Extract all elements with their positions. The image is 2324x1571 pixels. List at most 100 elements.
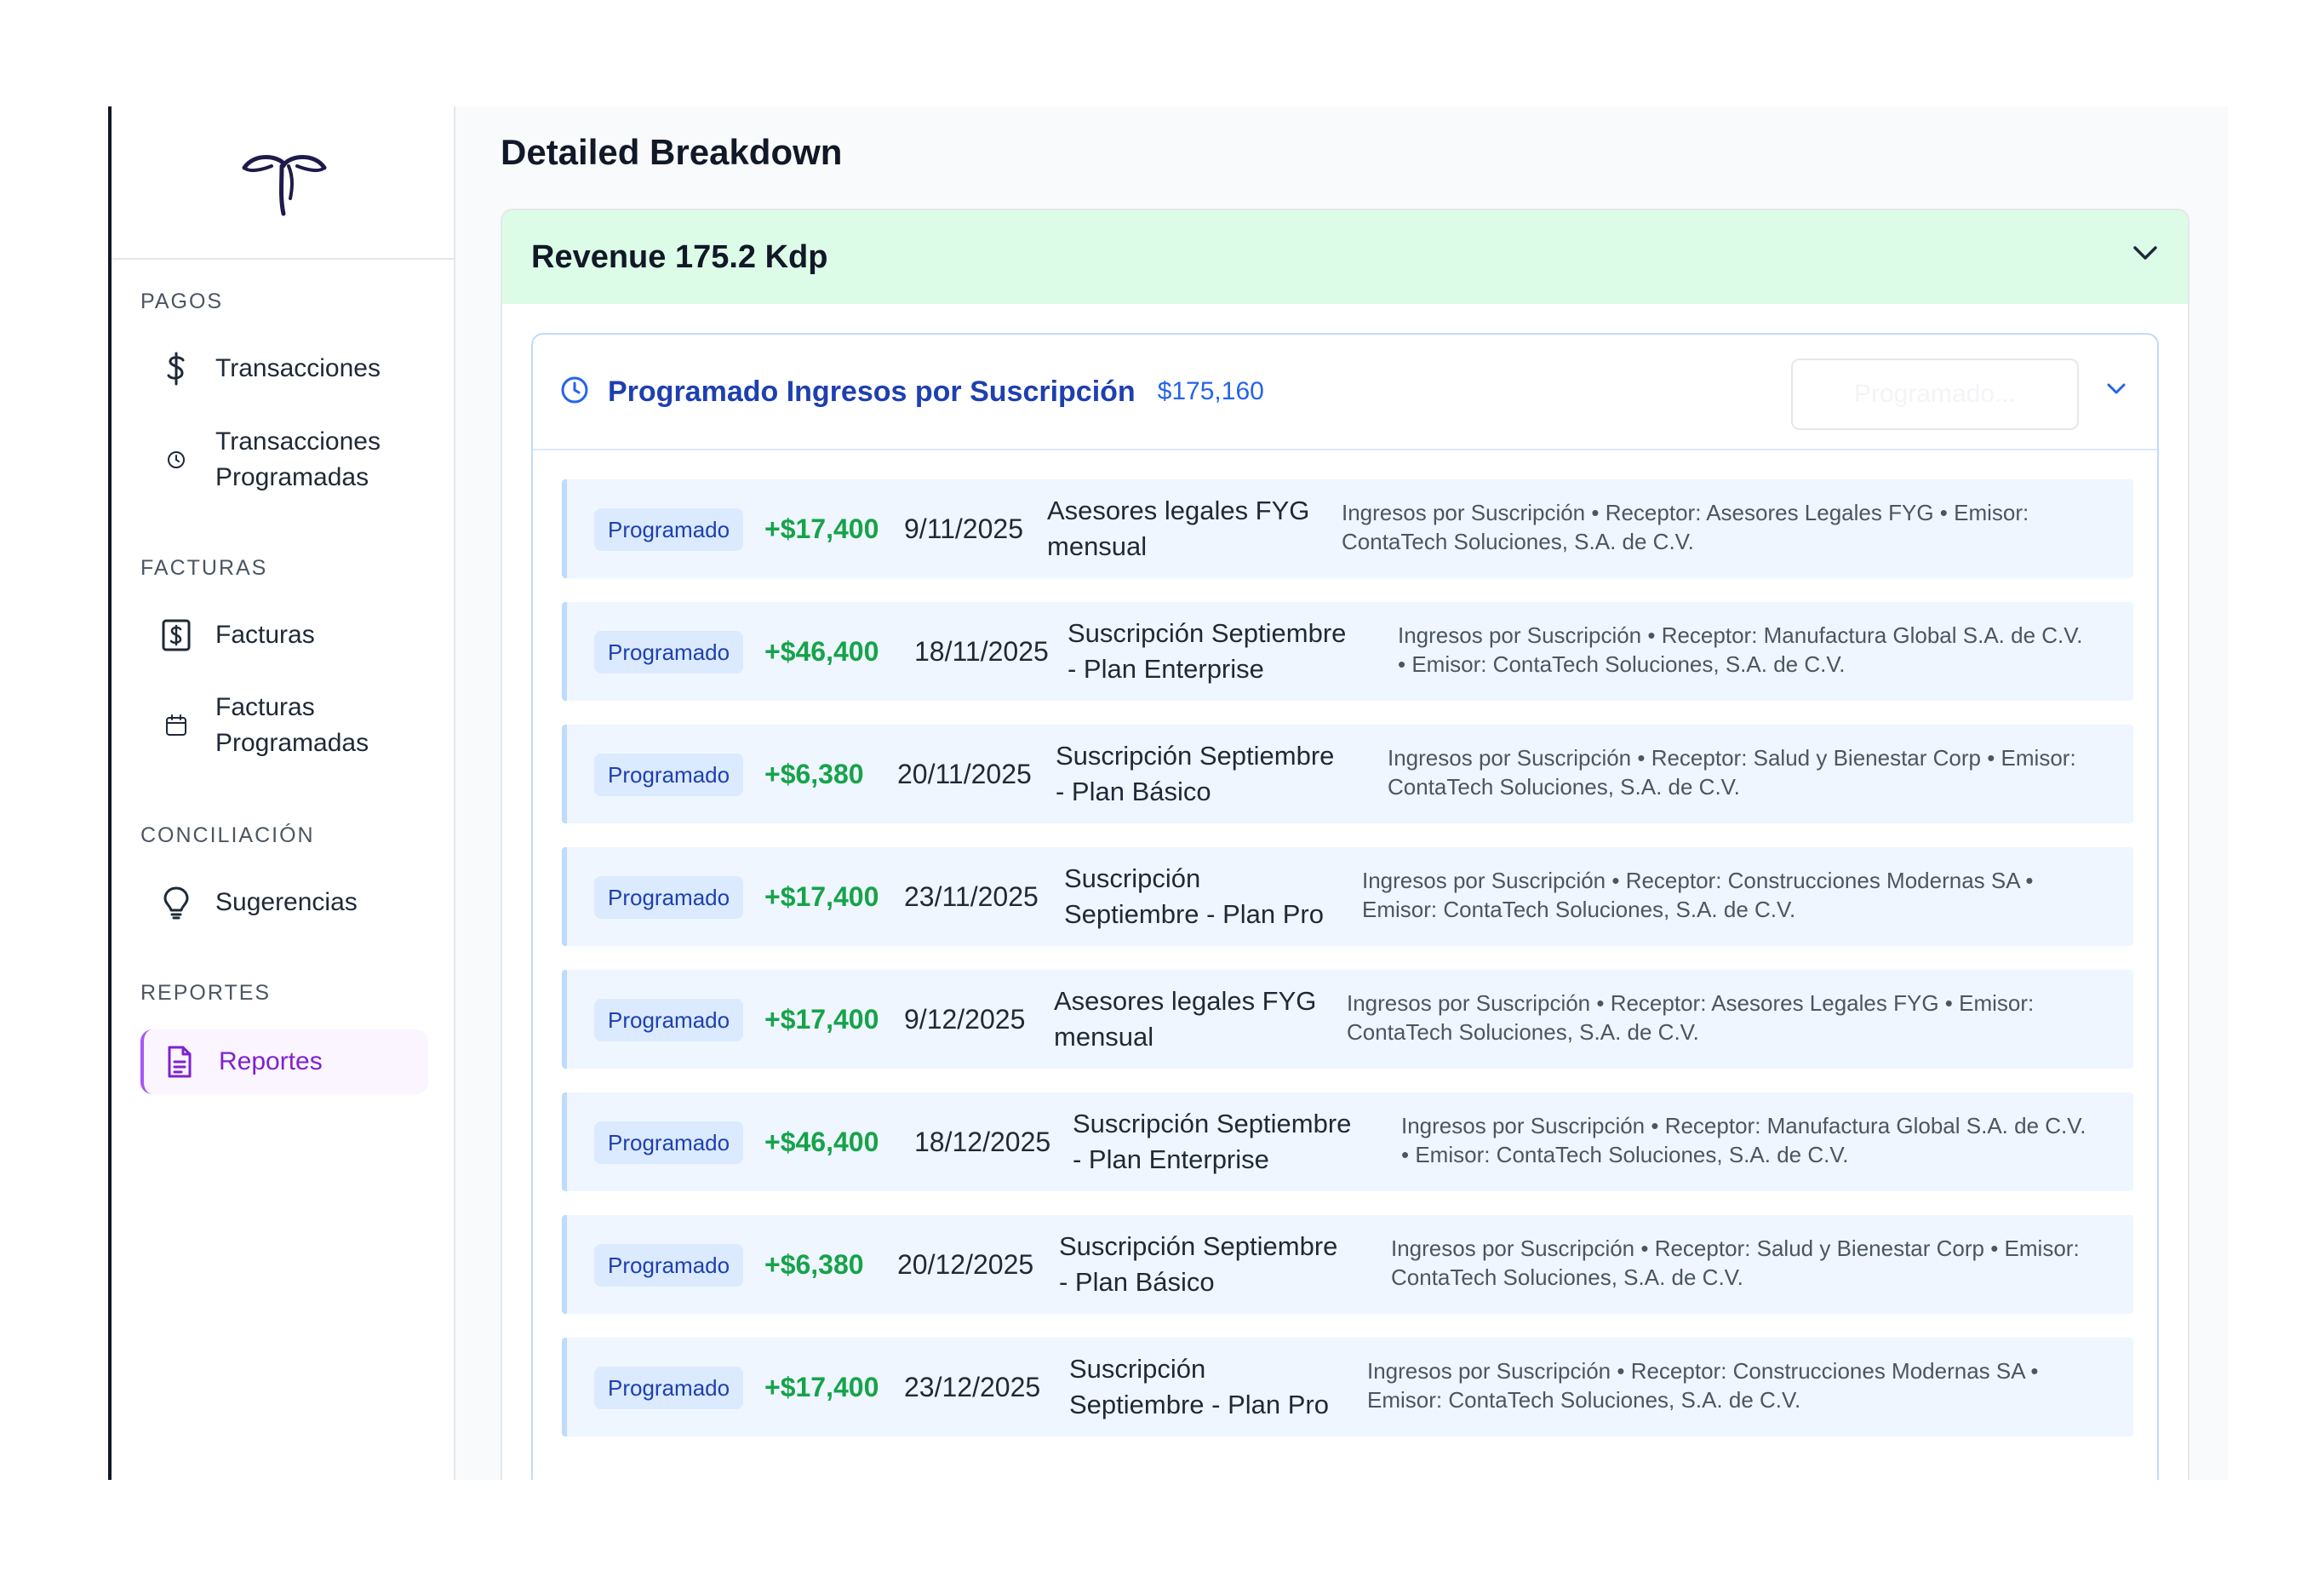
description-line-2: mensual (1047, 531, 1148, 561)
description-line-1: Suscripción (1064, 863, 1201, 893)
description: Suscripción Septiembre - Plan Enterprise (1068, 616, 1346, 687)
transaction-row[interactable]: Programado +$46,400 18/12/2025 Suscripci… (562, 1092, 2133, 1191)
document-icon (164, 1045, 195, 1079)
date: 18/11/2025 (914, 636, 1049, 667)
details-line-1: Ingresos por Suscripción • Receptor: Sal… (1388, 745, 2076, 771)
details-line-1: Ingresos por Suscripción • Receptor: Ase… (1347, 990, 2035, 1016)
calendar-icon (161, 714, 192, 737)
status-badge: Programado (594, 754, 744, 796)
amount: +$17,400 (764, 881, 879, 912)
revenue-header[interactable]: Revenue 175.2 Kdp (502, 210, 2188, 304)
page-title: Detailed Breakdown (501, 132, 843, 172)
lightbulb-icon (161, 886, 192, 920)
details: Ingresos por Suscripción • Receptor: Con… (1367, 1356, 2038, 1414)
date: 23/11/2025 (904, 881, 1039, 912)
section-title-facturas: FACTURAS (140, 556, 268, 580)
details-line-2: Emisor: ContaTech Soluciones, S.A. de C.… (1362, 897, 1796, 922)
details: Ingresos por Suscripción • Receptor: Ase… (1347, 989, 2034, 1046)
description-line-1: Asesores legales FYG (1047, 496, 1310, 525)
sidebar-item-reportes[interactable]: Reportes (140, 1029, 428, 1094)
subscription-group: Programado Ingresos por Suscripción $175… (531, 333, 2159, 1480)
description: Suscripción Septiembre - Plan Básico (1056, 738, 1334, 810)
section-title-pagos: PAGOS (140, 290, 224, 313)
description: Suscripción Septiembre - Plan Pro (1069, 1351, 1329, 1423)
description-line-2: - Plan Enterprise (1068, 654, 1264, 684)
sidebar-item-facturas-programadas[interactable]: Facturas Programadas (140, 687, 425, 764)
details-line-2: • Emisor: ContaTech Soluciones, S.A. de … (1398, 651, 1846, 677)
description: Suscripción Septiembre - Plan Pro (1064, 861, 1324, 932)
main-content: Detailed Breakdown Revenue 175.2 Kdp Pro… (455, 106, 2228, 1480)
description-line-2: Septiembre - Plan Pro (1064, 899, 1324, 929)
sidebar-item-transacciones-programadas[interactable]: Transacciones Programadas (140, 421, 425, 498)
label-line-1: Facturas (215, 693, 315, 721)
amount: +$17,400 (764, 1004, 879, 1035)
amount: +$17,400 (764, 1372, 879, 1402)
logo-area (112, 106, 454, 260)
dollar-icon (161, 352, 192, 386)
date: 9/12/2025 (904, 1004, 1026, 1035)
status-select[interactable]: Programado... (1791, 358, 2079, 430)
section-title-conciliacion: CONCILIACIÓN (140, 823, 315, 847)
details-line-2: • Emisor: ContaTech Soluciones, S.A. de … (1401, 1142, 1849, 1167)
transaction-row[interactable]: Programado +$6,380 20/12/2025 Suscripció… (562, 1215, 2133, 1314)
description: Suscripción Septiembre - Plan Básico (1059, 1229, 1337, 1300)
details: Ingresos por Suscripción • Receptor: Man… (1398, 621, 2082, 679)
details-line-1: Ingresos por Suscripción • Receptor: Con… (1362, 868, 2034, 893)
description: Suscripción Septiembre - Plan Enterprise (1073, 1106, 1351, 1178)
chevron-down-icon[interactable] (2106, 382, 2127, 400)
date: 18/12/2025 (914, 1127, 1051, 1157)
sidebar-item-sugerencias[interactable]: Sugerencias (140, 881, 425, 924)
description-line-2: - Plan Básico (1059, 1267, 1215, 1297)
label-line-2: Programadas (215, 729, 369, 757)
sidebar-item-label: Transacciones (215, 354, 381, 382)
sidebar-item-label: Transacciones Programadas (215, 424, 381, 496)
transaction-row[interactable]: Programado +$17,400 23/12/2025 Suscripci… (562, 1338, 2133, 1436)
details-line-1: Ingresos por Suscripción • Receptor: Man… (1398, 622, 2083, 648)
sidebar-item-transacciones[interactable]: Transacciones (140, 347, 425, 390)
invoice-icon (161, 618, 192, 652)
transaction-row[interactable]: Programado +$17,400 9/12/2025 Asesores l… (562, 970, 2133, 1069)
amount: +$6,380 (764, 1249, 864, 1280)
description-line-2: Septiembre - Plan Pro (1069, 1390, 1329, 1419)
date: 20/11/2025 (897, 759, 1032, 789)
sidebar-item-facturas[interactable]: Facturas (140, 614, 425, 656)
transaction-row[interactable]: Programado +$6,380 20/11/2025 Suscripció… (562, 725, 2133, 823)
status-badge: Programado (594, 1121, 744, 1164)
transaction-row[interactable]: Programado +$17,400 9/11/2025 Asesores l… (562, 479, 2133, 578)
status-badge: Programado (594, 1244, 744, 1287)
transaction-row[interactable]: Programado +$46,400 18/11/2025 Suscripci… (562, 602, 2133, 701)
details: Ingresos por Suscripción • Receptor: Con… (1362, 866, 2033, 924)
description: Asesores legales FYG mensual (1054, 983, 1316, 1055)
date: 9/11/2025 (904, 513, 1023, 544)
details-line-1: Ingresos por Suscripción • Receptor: Con… (1367, 1358, 2039, 1384)
description-line-1: Suscripción (1069, 1354, 1206, 1384)
chevron-down-icon[interactable] (2132, 244, 2159, 266)
details-line-1: Ingresos por Suscripción • Receptor: Sal… (1391, 1236, 2080, 1261)
clock-icon (161, 450, 192, 470)
status-badge: Programado (594, 1367, 744, 1409)
status-badge: Programado (594, 999, 744, 1041)
description-line-1: Suscripción Septiembre (1068, 618, 1347, 648)
details-line-1: Ingresos por Suscripción • Receptor: Man… (1401, 1113, 2086, 1138)
details-line-2: ContaTech Soluciones, S.A. de C.V. (1391, 1264, 1743, 1290)
logo-icon[interactable] (238, 147, 331, 217)
status-select-placeholder: Programado... (1853, 380, 2017, 408)
details-line-2: ContaTech Soluciones, S.A. de C.V. (1342, 529, 1694, 554)
details: Ingresos por Suscripción • Receptor: Sal… (1388, 743, 2076, 801)
details-line-2: ContaTech Soluciones, S.A. de C.V. (1347, 1019, 1699, 1045)
description-line-1: Suscripción Septiembre (1056, 741, 1335, 771)
description-line-2: - Plan Enterprise (1073, 1144, 1269, 1174)
revenue-card: Revenue 175.2 Kdp Programado Ingresos po… (501, 209, 2189, 1480)
description-line-1: Suscripción Septiembre (1059, 1231, 1338, 1261)
date: 23/12/2025 (904, 1372, 1041, 1402)
description: Asesores legales FYG mensual (1047, 493, 1309, 565)
amount: +$46,400 (764, 1127, 879, 1157)
details: Ingresos por Suscripción • Receptor: Sal… (1391, 1234, 2080, 1292)
sidebar: PAGOS Transacciones Transacciones Progra… (112, 106, 455, 1480)
group-title: Programado Ingresos por Suscripción (608, 375, 1136, 408)
transaction-row[interactable]: Programado +$17,400 23/11/2025 Suscripci… (562, 847, 2133, 946)
group-total: $175,160 (1157, 377, 1264, 405)
group-header[interactable]: Programado Ingresos por Suscripción $175… (533, 335, 2157, 450)
revenue-title: Revenue 175.2 Kdp (531, 238, 828, 275)
details: Ingresos por Suscripción • Receptor: Man… (1401, 1111, 2086, 1169)
